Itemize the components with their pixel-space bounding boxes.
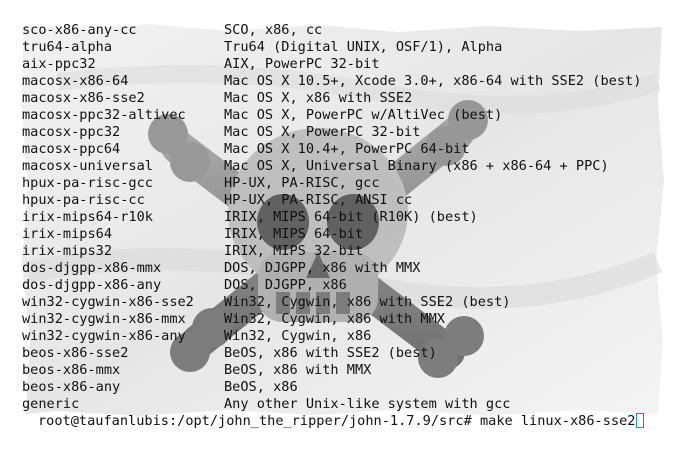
target-row: win32-cygwin-x86-mmx Win32, Cygwin, x86 w… bbox=[22, 311, 682, 328]
target-name: hpux-pa-risc-gcc bbox=[22, 175, 153, 191]
target-row: tru64-alpha Tru64 (Digital UNIX, OSF/1), … bbox=[22, 39, 682, 56]
target-name: sco-x86-any-cc bbox=[22, 22, 137, 38]
target-description: SCO, x86, cc bbox=[224, 22, 323, 38]
target-name: dos-djgpp-x86-mmx bbox=[22, 260, 162, 276]
target-name: macosx-ppc32 bbox=[22, 124, 121, 140]
target-description: BeOS, x86 bbox=[224, 379, 298, 395]
target-name: beos-x86-mmx bbox=[22, 362, 121, 378]
text-cursor bbox=[636, 413, 645, 428]
target-description: DOS, DJGPP, x86 with MMX bbox=[224, 260, 421, 276]
target-name: win32-cygwin-x86-mmx bbox=[22, 311, 186, 327]
target-row: sco-x86-any-cc SCO, x86, cc bbox=[22, 22, 682, 39]
target-name: beos-x86-sse2 bbox=[22, 345, 129, 361]
target-name: win32-cygwin-x86-any bbox=[22, 328, 186, 344]
target-description: HP-UX, PA-RISC, ANSI cc bbox=[224, 192, 413, 208]
target-name: irix-mips32 bbox=[22, 243, 113, 259]
target-row: macosx-x86-64 Mac OS X 10.5+, Xcode 3.0+,… bbox=[22, 73, 682, 90]
target-name: tru64-alpha bbox=[22, 39, 113, 55]
target-name: aix-ppc32 bbox=[22, 56, 96, 72]
target-name: beos-x86-any bbox=[22, 379, 121, 395]
target-row: irix-mips64 IRIX, MIPS 64-bit bbox=[22, 226, 682, 243]
target-name: hpux-pa-risc-cc bbox=[22, 192, 145, 208]
target-name: macosx-universal bbox=[22, 158, 153, 174]
terminal-window[interactable]: sco-x86-any-cc SCO, x86, cc tru64-alpha Tru… bbox=[0, 0, 686, 468]
target-row: dos-djgpp-x86-mmx DOS, DJGPP, x86 with MM… bbox=[22, 260, 682, 277]
target-description: Win32, Cygwin, x86 bbox=[224, 328, 372, 344]
target-row: aix-ppc32 AIX, PowerPC 32-bit bbox=[22, 56, 682, 73]
typed-command[interactable]: make linux-x86-sse2 bbox=[480, 413, 636, 429]
target-description: Tru64 (Digital UNIX, OSF/1), Alpha bbox=[224, 39, 503, 55]
target-description: Any other Unix-like system with gcc bbox=[224, 396, 511, 412]
target-row: win32-cygwin-x86-any Win32, Cygwin, x86 bbox=[22, 328, 682, 345]
target-description: BeOS, x86 with MMX bbox=[224, 362, 372, 378]
target-row: macosx-ppc64 Mac OS X 10.4+, PowerPC 64-b… bbox=[22, 141, 682, 158]
target-description: Mac OS X 10.4+, PowerPC 64-bit bbox=[224, 141, 470, 157]
target-name: macosx-ppc64 bbox=[22, 141, 121, 157]
target-description: BeOS, x86 with SSE2 (best) bbox=[224, 345, 437, 361]
target-description: Mac OS X 10.5+, Xcode 3.0+, x86-64 with … bbox=[224, 73, 642, 89]
target-list: sco-x86-any-cc SCO, x86, cc tru64-alpha Tru… bbox=[22, 22, 682, 413]
target-description: Mac OS X, x86 with SSE2 bbox=[224, 90, 413, 106]
target-row: macosx-ppc32 Mac OS X, PowerPC 32-bit bbox=[22, 124, 682, 141]
shell-prompt: root@taufanlubis:/opt/john_the_ripper/jo… bbox=[38, 413, 480, 429]
target-row: beos-x86-any BeOS, x86 bbox=[22, 379, 682, 396]
target-name: macosx-x86-sse2 bbox=[22, 90, 145, 106]
target-description: HP-UX, PA-RISC, gcc bbox=[224, 175, 380, 191]
target-description: Win32, Cygwin, x86 with MMX bbox=[224, 311, 445, 327]
target-name: win32-cygwin-x86-sse2 bbox=[22, 294, 194, 310]
target-row: win32-cygwin-x86-sse2 Win32, Cygwin, x86 … bbox=[22, 294, 682, 311]
target-name: macosx-ppc32-altivec bbox=[22, 107, 186, 123]
target-row: irix-mips64-r10k IRIX, MIPS 64-bit (R10K)… bbox=[22, 209, 682, 226]
target-name: irix-mips64-r10k bbox=[22, 209, 153, 225]
target-row: generic Any other Unix-like system with g… bbox=[22, 396, 682, 413]
target-description: DOS, DJGPP, x86 bbox=[224, 277, 347, 293]
target-row: beos-x86-sse2 BeOS, x86 with SSE2 (best) bbox=[22, 345, 682, 362]
target-description: Win32, Cygwin, x86 with SSE2 (best) bbox=[224, 294, 511, 310]
target-row: irix-mips32 IRIX, MIPS 32-bit bbox=[22, 243, 682, 260]
target-name: irix-mips64 bbox=[22, 226, 113, 242]
target-row: hpux-pa-risc-cc HP-UX, PA-RISC, ANSI cc bbox=[22, 192, 682, 209]
target-row: dos-djgpp-x86-any DOS, DJGPP, x86 bbox=[22, 277, 682, 294]
target-name: dos-djgpp-x86-any bbox=[22, 277, 162, 293]
target-description: IRIX, MIPS 64-bit (R10K) (best) bbox=[224, 209, 478, 225]
command-line[interactable]: root@taufanlubis:/opt/john_the_ripper/jo… bbox=[38, 413, 645, 430]
target-name: macosx-x86-64 bbox=[22, 73, 129, 89]
target-description: IRIX, MIPS 64-bit bbox=[224, 226, 364, 242]
target-description: AIX, PowerPC 32-bit bbox=[224, 56, 380, 72]
target-row: macosx-universal Mac OS X, Universal Bina… bbox=[22, 158, 682, 175]
target-name: generic bbox=[22, 396, 80, 412]
target-description: IRIX, MIPS 32-bit bbox=[224, 243, 364, 259]
target-row: macosx-x86-sse2 Mac OS X, x86 with SSE2 bbox=[22, 90, 682, 107]
target-description: Mac OS X, PowerPC w/AltiVec (best) bbox=[224, 107, 503, 123]
target-row: beos-x86-mmx BeOS, x86 with MMX bbox=[22, 362, 682, 379]
target-row: macosx-ppc32-altivec Mac OS X, PowerPC w/… bbox=[22, 107, 682, 124]
target-description: Mac OS X, PowerPC 32-bit bbox=[224, 124, 421, 140]
target-row: hpux-pa-risc-gcc HP-UX, PA-RISC, gcc bbox=[22, 175, 682, 192]
target-description: Mac OS X, Universal Binary (x86 + x86-64… bbox=[224, 158, 609, 174]
